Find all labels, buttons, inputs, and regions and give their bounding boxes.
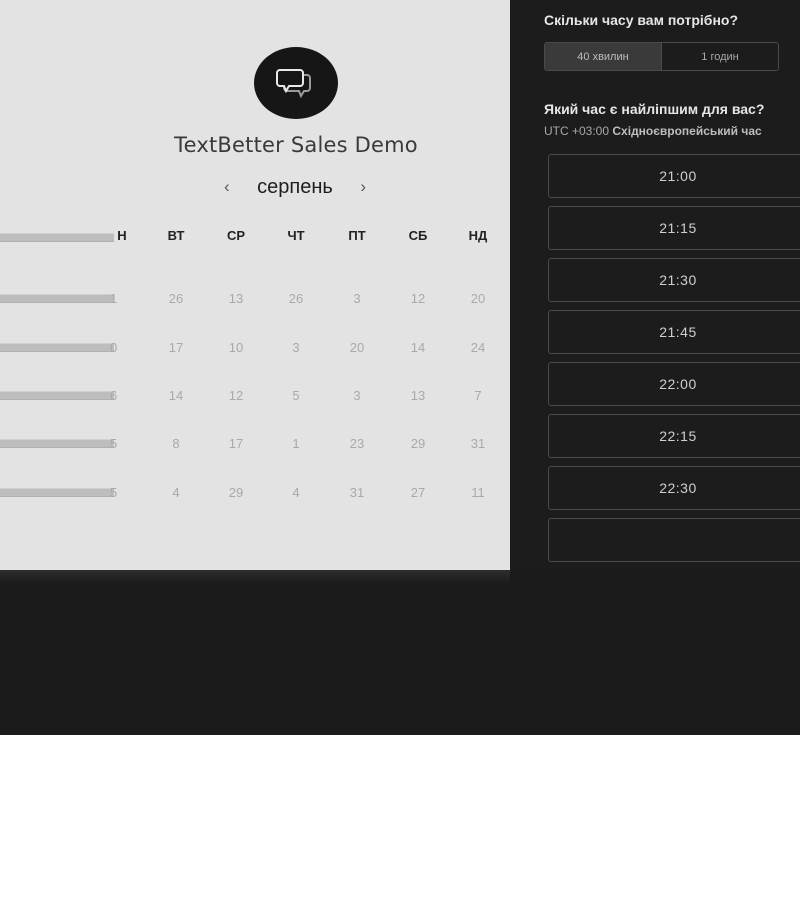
event-calendar-panel: TextBetter Sales Demo ‹ серпень › Н ВТ С… [0, 0, 510, 570]
date-cell: 23 [349, 436, 365, 451]
time-selection-panel: Скільки часу вам потрібно? 40 хвилин 1 г… [510, 0, 800, 570]
date-cell: 17 [228, 436, 244, 451]
chevron-right-icon[interactable]: › [356, 177, 370, 197]
time-slot[interactable]: 22:30 [548, 466, 800, 510]
day-header-sun: НД [468, 228, 488, 243]
date-cell: 3 [353, 388, 361, 403]
date-cell: 0 [110, 340, 118, 355]
date-cell: 29 [410, 436, 426, 451]
month-navigation: ‹ серпень › [220, 172, 370, 202]
date-cell: 5 [292, 388, 300, 403]
week-bar [0, 294, 114, 303]
date-cell: 1 [110, 291, 118, 306]
day-header-mon: Н [117, 228, 127, 243]
date-cell: 14 [168, 388, 184, 403]
date-cell: 6 [110, 388, 118, 403]
time-slot[interactable]: 21:00 [548, 154, 800, 198]
month-label: серпень [257, 175, 333, 198]
date-cell: 4 [172, 485, 180, 500]
date-cell: 13 [410, 388, 426, 403]
timezone-name: Східноєвропейський час [612, 124, 762, 138]
week-bar [0, 391, 114, 400]
time-slot[interactable]: 21:45 [548, 310, 800, 354]
date-cell: 3 [292, 340, 300, 355]
duration-toggle: 40 хвилин 1 годин [544, 42, 779, 71]
date-cell: 8 [172, 436, 180, 451]
date-cell: 31 [470, 436, 486, 451]
page-footer-band [0, 570, 800, 735]
date-cell: 26 [288, 291, 304, 306]
date-cell: 24 [470, 340, 486, 355]
time-slot[interactable]: 21:30 [548, 258, 800, 302]
day-header-thu: ЧТ [287, 228, 305, 243]
duration-option-40min[interactable]: 40 хвилин [545, 43, 662, 70]
time-question: Який час є найліпшим для вас? [544, 101, 765, 117]
day-header-sat: СБ [408, 228, 428, 243]
week-bar [0, 488, 114, 497]
day-header-wed: СР [226, 228, 246, 243]
date-cell: 17 [168, 340, 184, 355]
event-title: TextBetter Sales Demo [174, 133, 418, 157]
date-cell: 26 [168, 291, 184, 306]
date-cell: 31 [349, 485, 365, 500]
date-cell: 5 [110, 485, 118, 500]
timezone-offset: UTC +03:00 [544, 124, 610, 138]
date-cell: 11 [471, 485, 485, 500]
timezone-selector[interactable]: UTC +03:00 Східноєвропейський час [544, 124, 762, 138]
date-cell: 20 [470, 291, 486, 306]
time-slot[interactable]: 21:15 [548, 206, 800, 250]
week-bar [0, 439, 114, 448]
date-cell: 3 [353, 291, 361, 306]
date-cell: 12 [228, 388, 244, 403]
date-cell: 4 [292, 485, 300, 500]
date-cell: 12 [410, 291, 426, 306]
date-cell: 27 [410, 485, 426, 500]
duration-option-1hour[interactable]: 1 годин [662, 43, 778, 70]
chevron-left-icon[interactable]: ‹ [220, 177, 234, 197]
date-cell: 7 [474, 388, 482, 403]
chat-bubbles-icon [276, 69, 311, 99]
duration-question: Скільки часу вам потрібно? [544, 12, 739, 28]
time-slot-partial[interactable] [548, 518, 800, 562]
date-cell: 14 [410, 340, 426, 355]
date-cell: 5 [110, 436, 118, 451]
event-logo [254, 47, 338, 119]
time-slot[interactable]: 22:00 [548, 362, 800, 406]
date-cell: 1 [292, 436, 300, 451]
date-cell: 29 [228, 485, 244, 500]
date-cell: 13 [228, 291, 244, 306]
day-header-fri: ПТ [348, 228, 366, 243]
date-cell: 10 [228, 340, 244, 355]
week-bar [0, 343, 114, 352]
date-cell: 20 [349, 340, 365, 355]
time-slot[interactable]: 22:15 [548, 414, 800, 458]
day-header-tue: ВТ [167, 228, 185, 243]
